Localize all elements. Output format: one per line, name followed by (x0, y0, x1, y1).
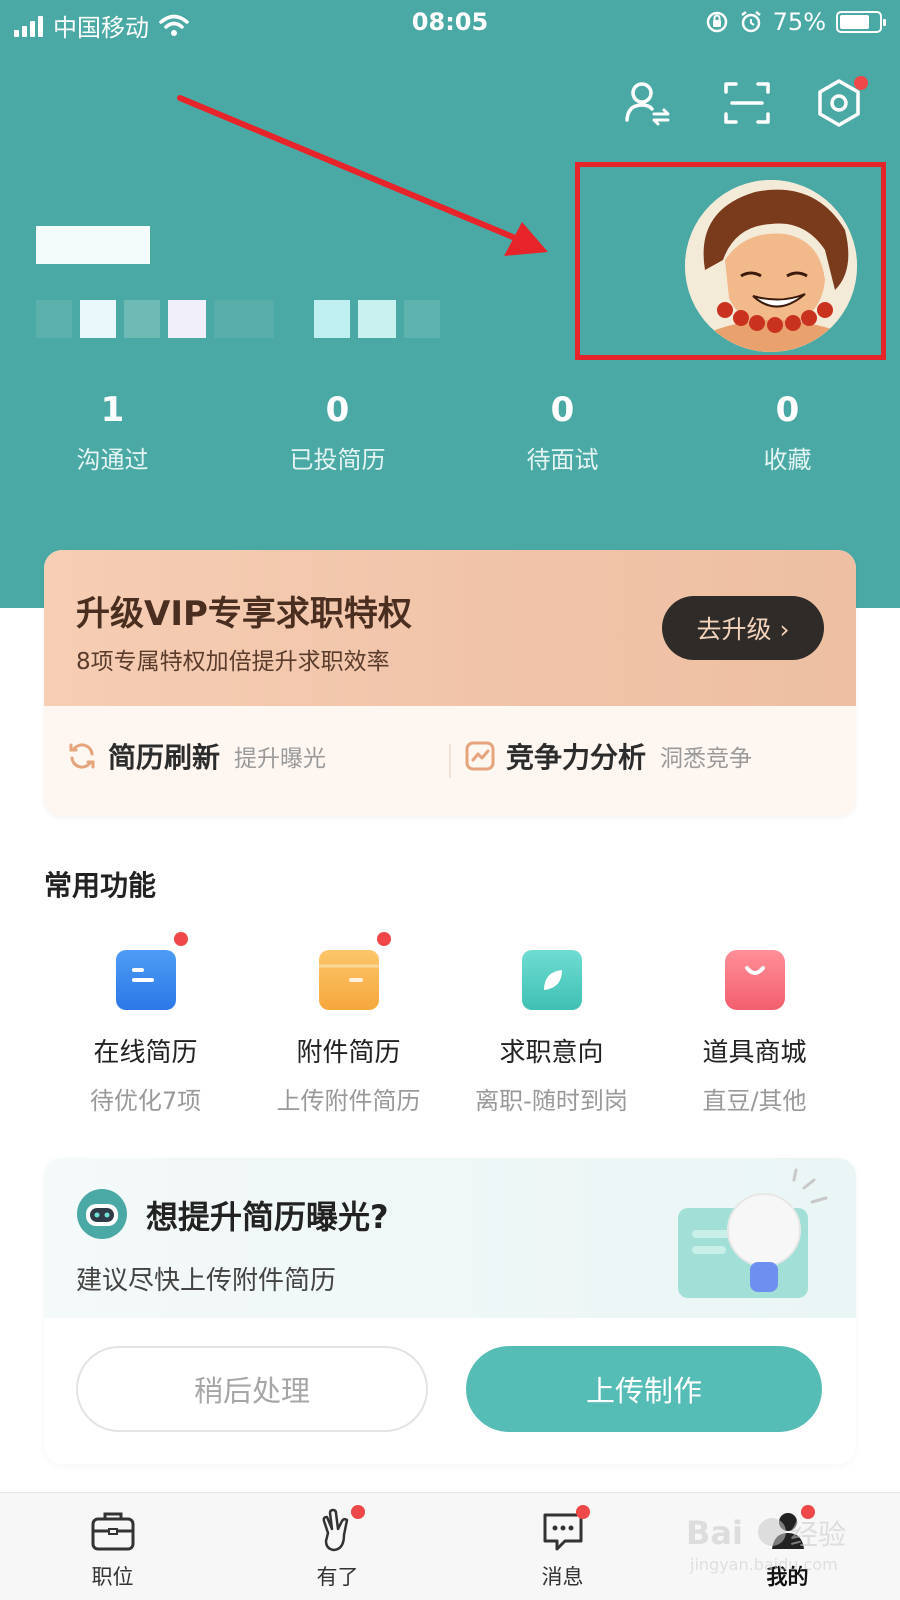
stat-label: 已投简历 (289, 446, 386, 474)
stat-label: 收藏 (763, 446, 812, 474)
vip-card[interactable]: 升级VIP专享求职特权 8项专属特权加倍提升求职效率 去升级 › 简历刷新 提升… (44, 550, 856, 816)
vip-subtitle: 8项专属特权加倍提升求职效率 (76, 649, 390, 675)
tab-badge (576, 1505, 590, 1519)
suggestion-subtitle: 建议尽快上传附件简历 (76, 1266, 337, 1296)
stat-label: 待面试 (526, 446, 599, 474)
later-button[interactable]: 稍后处理 (76, 1346, 428, 1432)
feature-desc: 提升曝光 (234, 746, 327, 772)
tab-youle[interactable]: 有了 (225, 1493, 450, 1600)
stat-value: 0 (325, 390, 350, 430)
func-online-resume[interactable]: 在线简历 待优化7项 (44, 932, 247, 1116)
stat-value: 0 (775, 390, 800, 430)
upgrade-button[interactable]: 去升级 › (662, 596, 824, 660)
highlight-box (575, 162, 886, 360)
robot-icon (77, 1189, 127, 1239)
func-prop-store[interactable]: 道具商城 直豆/其他 (653, 950, 856, 1116)
func-label: 求职意向 (499, 1038, 604, 1068)
tab-label: 有了 (316, 1565, 359, 1589)
stat-value: 1 (100, 390, 125, 430)
feature-name: 竞争力分析 (506, 741, 647, 774)
shopping-bag-icon (724, 950, 785, 1010)
stats-row: 1 沟通过 0 已投简历 0 待面试 0 收藏 (0, 390, 900, 475)
func-sub: 直豆/其他 (702, 1087, 807, 1115)
func-sub: 上传附件简历 (276, 1087, 421, 1115)
resume-doc-icon (115, 950, 176, 1010)
tab-label: 消息 (541, 1565, 584, 1589)
func-badge (377, 932, 391, 946)
feature-name: 简历刷新 (108, 741, 221, 774)
func-sub: 待优化7项 (89, 1087, 202, 1115)
feature-competitiveness[interactable]: 竞争力分析 洞悉竞争 (464, 736, 752, 776)
stat-favorites[interactable]: 0 收藏 (675, 390, 900, 475)
stat-interviews[interactable]: 0 待面试 (450, 390, 675, 475)
section-title: 常用功能 (44, 869, 157, 902)
func-job-intention[interactable]: 求职意向 离职-随时到岗 (450, 950, 653, 1116)
func-sub: 离职-随时到岗 (475, 1087, 628, 1115)
func-label: 在线简历 (93, 1038, 198, 1068)
svg-text:Bai: Bai (686, 1514, 743, 1552)
tab-jobs[interactable]: 职位 (0, 1493, 225, 1600)
suggestion-title: 想提升简历曝光? (146, 1198, 389, 1236)
func-label: 附件简历 (296, 1038, 401, 1068)
tab-badge (351, 1505, 365, 1519)
svg-text:经验: 经验 (790, 1518, 846, 1551)
feature-desc: 洞悉竞争 (660, 746, 753, 772)
stat-value: 0 (550, 390, 575, 430)
tab-label: 职位 (91, 1565, 134, 1589)
trend-chart-icon (465, 741, 495, 771)
lightbulb-icon (678, 1168, 828, 1298)
tab-messages[interactable]: 消息 (450, 1493, 675, 1600)
briefcase-icon (91, 1512, 134, 1551)
stat-resumes-sent[interactable]: 0 已投简历 (225, 390, 450, 475)
suggestion-card: 想提升简历曝光? 建议尽快上传附件简历 稍后处理 上传制作 (44, 1158, 856, 1464)
stat-label: 沟通过 (76, 446, 149, 474)
divider (449, 744, 451, 778)
func-attachment-resume[interactable]: 附件简历 上传附件简历 (247, 932, 450, 1116)
func-badge (174, 932, 188, 946)
folder-icon (318, 950, 379, 1010)
baidu-watermark-logo: Bai 经验 jingyan.baidu.com (686, 1514, 846, 1574)
common-functions: 在线简历 待优化7项 附件简历 上传附件简历 求职意向 离职-随时到岗 道具商城… (44, 932, 856, 1116)
feature-resume-refresh[interactable]: 简历刷新 提升曝光 (66, 736, 326, 776)
func-label: 道具商城 (702, 1038, 807, 1068)
leaf-icon (521, 950, 582, 1010)
upload-button[interactable]: 上传制作 (466, 1346, 822, 1432)
refresh-icon (69, 743, 95, 769)
svg-text:jingyan.baidu.com: jingyan.baidu.com (689, 1555, 838, 1574)
vip-title: 升级VIP专享求职特权 (76, 594, 412, 634)
stat-communicated[interactable]: 1 沟通过 (0, 390, 225, 475)
